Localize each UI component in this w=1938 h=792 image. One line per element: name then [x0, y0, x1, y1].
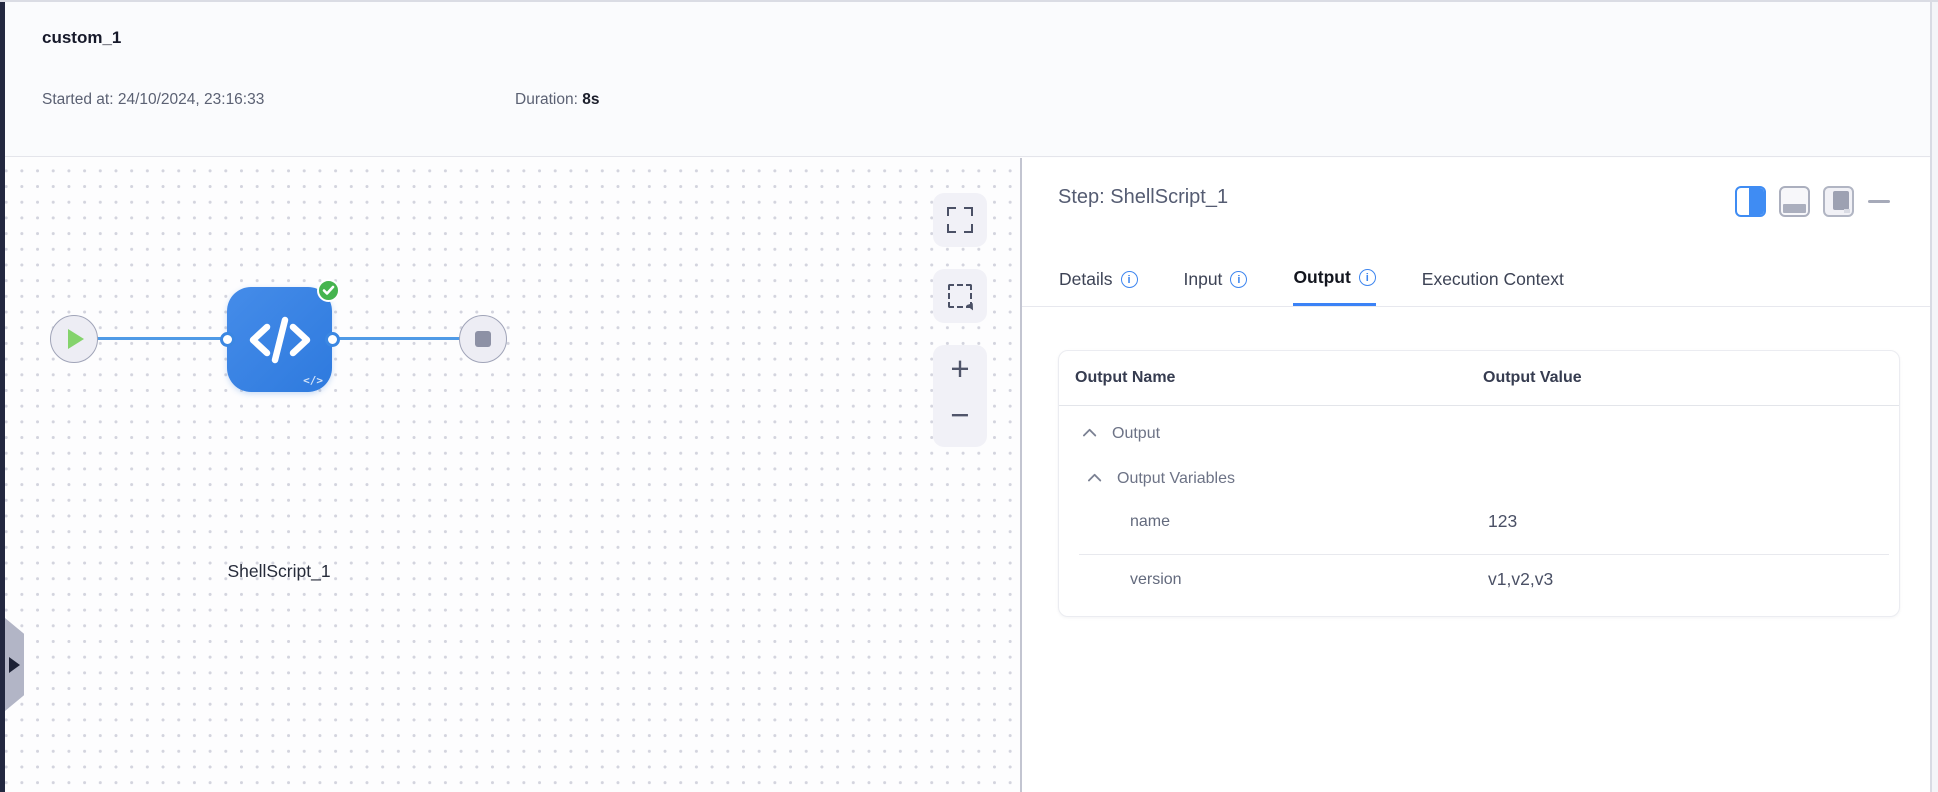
window-top-border	[0, 0, 1938, 2]
column-output-name: Output Name	[1075, 369, 1176, 386]
expand-arrow-icon	[9, 657, 20, 673]
panel-title: Step: ShellScript_1	[1058, 186, 1229, 208]
panel-layout-controls	[1735, 186, 1890, 217]
shellscript-node[interactable]: </>	[227, 279, 340, 392]
info-icon[interactable]: i	[1358, 269, 1376, 286]
collapsed-sidebar-strip	[0, 2, 5, 792]
tab-output[interactable]: Output i	[1293, 258, 1376, 307]
output-table-card: Output Name Output Value Output Output V…	[1058, 350, 1900, 617]
group-row-output-variables[interactable]: Output Variables	[1087, 467, 1235, 491]
run-header: custom_1 Started at: 24/10/2024, 23:16:3…	[5, 2, 1930, 157]
layout-bottom-panel-button[interactable]	[1779, 186, 1810, 217]
output-value: 123	[1488, 511, 1518, 531]
row-divider	[1079, 554, 1889, 555]
floating-panel-notch	[1844, 209, 1850, 213]
chevron-up-icon	[1082, 428, 1097, 443]
end-node[interactable]	[459, 315, 507, 363]
column-output-value: Output Value	[1483, 369, 1582, 386]
node-label: ShellScript_1	[227, 561, 331, 581]
check-icon	[322, 285, 335, 295]
tab-details[interactable]: Details i	[1059, 258, 1138, 307]
bottom-panel-icon	[1783, 204, 1806, 213]
group-row-output[interactable]: Output	[1082, 422, 1160, 446]
code-icon	[249, 316, 310, 363]
window-right-margin	[1932, 2, 1938, 792]
table-row: version v1,v2,v3	[1059, 569, 1899, 593]
table-row: name 123	[1059, 511, 1899, 535]
success-check-badge	[317, 279, 340, 302]
canvas-panel-divider[interactable]	[1020, 158, 1022, 792]
duration-text: Duration: 8s	[515, 91, 600, 108]
collapse-panel-button[interactable]	[1867, 186, 1890, 217]
input-port	[220, 331, 235, 347]
info-icon[interactable]: i	[1230, 271, 1248, 288]
window-right-border	[1930, 2, 1932, 792]
edge-start-to-step	[95, 337, 231, 341]
run-title: custom_1	[42, 28, 122, 47]
output-value: v1,v2,v3	[1488, 569, 1554, 589]
zoom-in-button[interactable]: +	[933, 343, 987, 394]
started-at-text: Started at: 24/10/2024, 23:16:33	[42, 91, 265, 108]
workflow-canvas[interactable]: </> ShellScript_1 + −	[5, 158, 1021, 792]
shell-mini-icon: </>	[303, 374, 323, 387]
tabs-divider	[1022, 306, 1930, 307]
info-icon[interactable]: i	[1120, 271, 1138, 288]
split-right-icon	[1749, 188, 1764, 215]
edge-step-to-end	[335, 337, 463, 341]
zoom-controls: + −	[933, 345, 987, 447]
chevron-up-icon	[1087, 473, 1102, 488]
fit-view-button[interactable]	[933, 193, 987, 247]
stop-icon	[475, 331, 491, 347]
fullscreen-icon	[947, 207, 973, 233]
layout-split-right-button[interactable]	[1735, 186, 1766, 217]
output-port	[325, 331, 340, 347]
tab-execution-context[interactable]: Execution Context	[1422, 258, 1564, 307]
play-icon	[68, 329, 84, 349]
step-tabs: Details i Input i Output i Execution Con…	[1059, 258, 1564, 307]
output-name: name	[1130, 513, 1171, 530]
workflow-run-view: custom_1 Started at: 24/10/2024, 23:16:3…	[0, 0, 1938, 792]
floating-panel-icon	[1833, 191, 1849, 210]
duration-value: 8s	[582, 91, 600, 108]
step-details-panel: Step: ShellScript_1 Details i Input i Ou…	[1022, 158, 1930, 792]
marquee-select-button[interactable]	[933, 269, 987, 323]
layout-floating-panel-button[interactable]	[1823, 186, 1854, 217]
minus-icon	[1867, 199, 1890, 204]
start-node[interactable]	[50, 315, 98, 363]
output-name: version	[1130, 571, 1182, 588]
marquee-selection-icon	[948, 284, 975, 312]
zoom-out-button[interactable]: −	[933, 389, 987, 440]
tab-input[interactable]: Input i	[1184, 258, 1248, 307]
output-table-header: Output Name Output Value	[1059, 351, 1899, 406]
expand-sidebar-tab[interactable]	[5, 618, 24, 711]
